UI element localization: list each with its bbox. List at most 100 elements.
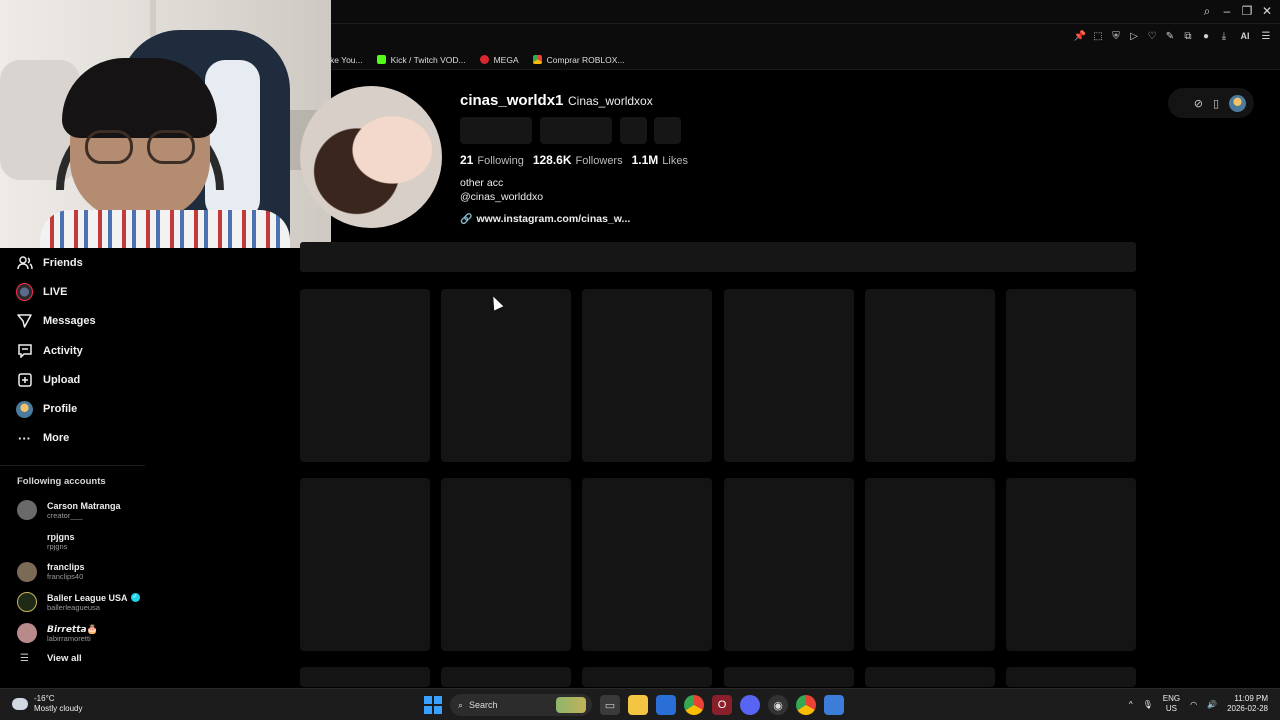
nav-label: More	[43, 432, 70, 445]
video-tile[interactable]	[582, 667, 713, 687]
video-tile[interactable]	[582, 478, 713, 651]
profile-link[interactable]: 🔗 www.instagram.com/cinas_w...	[460, 213, 630, 225]
menu-icon[interactable]: ☰	[1260, 30, 1272, 42]
video-tile[interactable]	[300, 289, 430, 462]
nav-more[interactable]: ··· More	[0, 424, 160, 453]
following-stat[interactable]: 21 Following	[460, 153, 524, 167]
video-tile[interactable]	[864, 289, 995, 462]
video-tile[interactable]	[864, 667, 995, 687]
following-account[interactable]: Baller League USA ✓ ballerleagueusa	[0, 587, 160, 618]
photos-icon[interactable]	[824, 695, 844, 715]
kick-icon	[376, 55, 386, 64]
profile-link-text: www.instagram.com/cinas_w...	[476, 213, 631, 225]
heart-icon[interactable]: ♡	[1146, 30, 1158, 42]
language-indicator[interactable]: ENG US	[1163, 694, 1180, 714]
region-code: US	[1165, 704, 1178, 713]
bookmark-item[interactable]: Comprar ROBLOX...	[532, 55, 625, 65]
chevron-up-icon[interactable]: ^	[1129, 700, 1133, 709]
shield-icon[interactable]: ⛨	[1110, 30, 1122, 42]
account-name: Baller League USA	[47, 592, 128, 603]
video-tile[interactable]	[300, 478, 430, 651]
weather-widget[interactable]: -16°C Mostly cloudy	[12, 694, 82, 714]
more-button-placeholder[interactable]	[654, 117, 681, 144]
nav-activity[interactable]: Activity	[0, 336, 160, 365]
following-account[interactable]: rpjgns rpjgns	[0, 526, 160, 557]
nav-live[interactable]: LIVE	[0, 277, 160, 306]
profile-avatar-large[interactable]	[300, 86, 442, 228]
system-tray: ^ 🎙 ENG US ◠ 🔊 11:09 PM 2026-02-28	[1129, 694, 1268, 714]
video-tile[interactable]	[441, 667, 572, 687]
discord-icon[interactable]	[740, 695, 760, 715]
account-icon[interactable]: ●	[1200, 30, 1212, 42]
mega-icon	[479, 55, 489, 64]
video-tile[interactable]	[1005, 289, 1136, 462]
play-icon[interactable]: ▷	[1128, 30, 1140, 42]
likes-count: 1.1M	[631, 153, 659, 167]
screenshot-icon[interactable]: ⬚	[1092, 30, 1104, 42]
video-tile[interactable]	[864, 478, 995, 651]
video-tile[interactable]	[582, 289, 713, 462]
list-icon: ☰	[20, 652, 29, 664]
minimize-icon[interactable]: –	[1220, 4, 1234, 18]
nav-friends[interactable]: Friends	[0, 248, 160, 277]
puzzle-icon[interactable]: ⧉	[1182, 30, 1194, 42]
device-icon[interactable]: ▯	[1213, 97, 1219, 110]
following-count: 21	[460, 153, 474, 167]
microphone-icon[interactable]: 🎙	[1143, 700, 1153, 709]
file-explorer-icon[interactable]	[628, 695, 648, 715]
view-all-link[interactable]: ☰ View all	[0, 653, 160, 664]
video-tile[interactable]	[723, 289, 854, 462]
message-button-placeholder[interactable]	[540, 117, 612, 144]
task-view-icon[interactable]: ▭	[600, 695, 620, 715]
following-account[interactable]: 𝘽𝙞𝙧𝙧𝙚𝙩𝙩𝙖🎂 labirramoretti	[0, 618, 160, 649]
chrome-profile-icon[interactable]	[796, 695, 816, 715]
bookmark-item[interactable]: ke You...	[330, 55, 363, 65]
opera-icon[interactable]: O	[712, 695, 732, 715]
video-tile[interactable]	[300, 667, 430, 687]
profile-bio-line: @cinas_worlddxo	[460, 191, 544, 203]
video-tile[interactable]	[723, 478, 854, 651]
video-tile[interactable]	[441, 289, 572, 462]
followers-stat[interactable]: 128.6K Followers	[533, 153, 623, 167]
windows-start-icon[interactable]	[424, 696, 442, 714]
download-icon[interactable]: ⤓	[1218, 30, 1230, 42]
volume-icon[interactable]: 🔊	[1207, 700, 1217, 709]
profile-nickname: Cinas_worldxox	[568, 94, 653, 108]
nav-label: Friends	[43, 256, 83, 269]
avatar	[17, 623, 37, 644]
nav-messages[interactable]: Messages	[0, 307, 160, 336]
taskbar-apps: ⌕ Search ▭ O ◉	[424, 694, 844, 716]
nav-profile[interactable]: Profile	[0, 394, 160, 423]
obs-icon[interactable]: ◉	[768, 695, 788, 715]
clock[interactable]: 11:09 PM 2026-02-28	[1227, 694, 1268, 714]
follow-button-placeholder[interactable]	[460, 117, 532, 144]
ai-button[interactable]: AI	[1236, 30, 1254, 42]
store-icon[interactable]	[656, 695, 676, 715]
chrome-icon[interactable]	[684, 695, 704, 715]
following-account[interactable]: franclips franclips40	[0, 556, 160, 587]
suggest-button-placeholder[interactable]	[620, 117, 647, 144]
pin-icon[interactable]: 📌	[1074, 30, 1086, 42]
restore-icon[interactable]: ❐	[1240, 4, 1254, 18]
friends-icon	[16, 254, 33, 271]
user-avatar[interactable]	[1229, 94, 1246, 112]
search-icon[interactable]: ⌕	[1200, 4, 1214, 18]
windows-taskbar: -16°C Mostly cloudy ⌕ Search ▭ O ◉ ^ 🎙 E…	[0, 688, 1280, 720]
following-account[interactable]: Carson Matranga creator___	[0, 495, 160, 526]
video-tile[interactable]	[1005, 478, 1136, 651]
more-icon: ···	[18, 430, 31, 446]
bookmark-item[interactable]: Kick / Twitch VOD...	[376, 55, 466, 65]
video-tile[interactable]	[723, 667, 854, 687]
activity-icon	[16, 342, 33, 359]
extension-icon[interactable]: ✎	[1164, 30, 1176, 42]
taskbar-search[interactable]: ⌕ Search	[450, 694, 592, 716]
video-tile[interactable]	[441, 478, 572, 651]
video-tile[interactable]	[1005, 667, 1136, 687]
account-handle: labirramoretti	[47, 633, 91, 643]
wifi-icon[interactable]: ◠	[1190, 700, 1197, 709]
nav-upload[interactable]: Upload	[0, 365, 160, 394]
account-handle: creator___	[47, 510, 83, 520]
close-icon[interactable]: ✕	[1260, 4, 1274, 18]
bookmark-item[interactable]: MEGA	[479, 55, 519, 65]
compass-icon[interactable]: ⊘	[1194, 97, 1203, 110]
